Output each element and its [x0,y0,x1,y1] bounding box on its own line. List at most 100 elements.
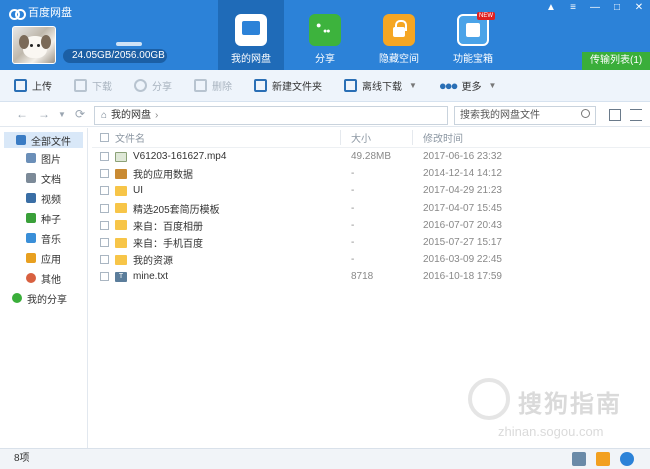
delete-label: 删除 [212,82,232,93]
file-date: 2016-07-07 20:43 [423,219,502,231]
breadcrumb[interactable]: ⌂ 我的网盘 › [94,106,448,125]
share-button[interactable]: 分享 [134,78,172,93]
avatar-ear-right [41,35,51,49]
search-placeholder: 搜索我的网盘文件 [460,110,540,121]
folder-icon [115,203,127,214]
sidebar-item-all-files[interactable]: 全部文件 [4,132,83,148]
sidebar-item-label: 我的分享 [27,294,67,306]
tab-label: 功能宝箱 [453,54,493,65]
new-folder-icon [254,79,267,92]
folder-icon [115,185,127,196]
main-nav: 我的网盘 分享 隐藏空间 NEW 功能宝箱 [218,0,514,70]
folder-icon [115,254,127,265]
tab-my-disk[interactable]: 我的网盘 [218,0,284,70]
offline-download-button[interactable]: 离线下载 ▼ [344,78,417,93]
avatar[interactable] [12,26,56,64]
video-file-icon [115,151,127,162]
file-size: - [351,254,355,266]
sidebar-item-torrents[interactable]: 种子 [0,208,87,228]
table-row[interactable]: 我的资源 - 2016-03-09 22:45 [92,251,650,268]
search-input[interactable]: 搜索我的网盘文件 [454,106,596,125]
assistant-icon[interactable] [620,452,634,466]
search-icon[interactable] [581,109,590,118]
chevron-down-icon: ▼ [488,81,497,90]
breadcrumb-item[interactable]: 我的网盘 [111,107,151,124]
video-icon [26,193,36,203]
select-all-checkbox[interactable] [100,133,109,142]
download-button[interactable]: 下载 [74,78,112,93]
grid-icon[interactable] [572,452,586,466]
text-file-icon: T [115,271,127,282]
table-row[interactable]: 我的应用数据 - 2014-12-14 14:12 [92,165,650,182]
app-data-folder-icon [115,168,127,179]
sidebar-item-other[interactable]: 其他 [0,268,87,288]
tab-share[interactable]: 分享 [292,0,358,70]
table-row[interactable]: 来自：手机百度 - 2015-07-27 15:17 [92,234,650,251]
toolbox-icon: NEW [457,12,495,46]
close-button[interactable]: ✕ [628,0,650,16]
menu-icon[interactable]: ≡ [562,0,584,16]
storage-quota: 24.05GB/2056.00GB [63,49,167,63]
file-size: - [351,185,355,197]
table-row[interactable]: UI - 2017-04-29 21:23 [92,182,650,199]
forward-arrow-icon[interactable]: → [38,107,50,121]
upload-icon [14,79,27,92]
sidebar-item-label: 全部文件 [31,136,71,148]
title-bar: 百度网盘 24.05GB/2056.00GB 我的网盘 分享 隐藏空间 NEW … [0,0,650,70]
delete-button[interactable]: 删除 [194,78,232,93]
sidebar-item-label: 视频 [41,194,61,206]
file-date: 2017-04-07 15:45 [423,202,502,214]
tab-toolbox[interactable]: NEW 功能宝箱 [440,0,506,70]
sidebar-item-apps[interactable]: 应用 [0,248,87,268]
row-checkbox[interactable] [100,186,109,196]
avatar-eye-left [30,44,33,47]
list-header: 文件名 大小 修改时间 [92,128,650,148]
column-name[interactable]: 文件名 [92,130,340,145]
row-checkbox[interactable] [100,152,109,162]
column-size[interactable]: 大小 [340,130,412,145]
sidebar-item-label: 应用 [41,254,61,266]
breadcrumb-separator: › [155,110,159,121]
upload-button[interactable]: 上传 [14,78,52,93]
row-checkbox[interactable] [100,238,109,248]
more-button[interactable]: ●●● 更多 ▼ [439,78,496,93]
refresh-icon[interactable]: ⟳ [75,107,85,121]
thumbnail-view-icon[interactable] [609,109,621,121]
file-name: 我的资源 [133,256,173,268]
transfer-list-button[interactable]: 传输列表(1) [582,52,650,70]
sidebar-item-videos[interactable]: 视频 [0,188,87,208]
maximize-button[interactable]: □ [606,0,628,16]
toolbar: 上传 下载 分享 删除 新建文件夹 离线下载 ▼ ●●● 更多 ▼ [0,70,650,102]
share-label: 分享 [152,82,172,93]
table-row[interactable]: 来自：百度相册 - 2016-07-07 20:43 [92,217,650,234]
table-row[interactable]: 精选205套简历模板 - 2017-04-07 15:45 [92,200,650,217]
row-checkbox[interactable] [100,255,109,265]
file-date: 2017-04-29 21:23 [423,185,502,197]
row-checkbox[interactable] [100,220,109,230]
list-view-icon[interactable] [630,109,642,121]
sidebar-item-my-share[interactable]: 我的分享 [0,288,87,308]
watermark-text: 搜狗指南 [518,391,622,418]
table-row[interactable]: Tmine.txt 8718 2016-10-18 17:59 [92,268,650,285]
music-icon [26,233,36,243]
column-date[interactable]: 修改时间 [412,130,532,145]
tab-hidden-space[interactable]: 隐藏空间 [366,0,432,70]
table-row[interactable]: V61203-161627.mp4 49.28MB 2017-06-16 23:… [92,148,650,165]
download-icon [74,79,87,92]
tab-label: 隐藏空间 [379,54,419,65]
back-arrow-icon[interactable]: ← [16,107,28,121]
new-folder-button[interactable]: 新建文件夹 [254,78,322,93]
row-checkbox[interactable] [100,203,109,213]
notification-icon[interactable]: ▲ [540,0,562,16]
file-size: - [351,168,355,180]
sidebar-item-label: 图片 [41,154,61,166]
minimize-button[interactable]: — [584,0,606,16]
row-checkbox[interactable] [100,169,109,179]
sidebar-item-music[interactable]: 音乐 [0,228,87,248]
sidebar-item-documents[interactable]: 文档 [0,168,87,188]
export-icon[interactable] [596,452,610,466]
file-date: 2015-07-27 15:17 [423,237,502,249]
row-checkbox[interactable] [100,272,109,282]
history-dropdown-icon[interactable]: ▼ [58,110,66,119]
sidebar-item-images[interactable]: 图片 [0,148,87,168]
